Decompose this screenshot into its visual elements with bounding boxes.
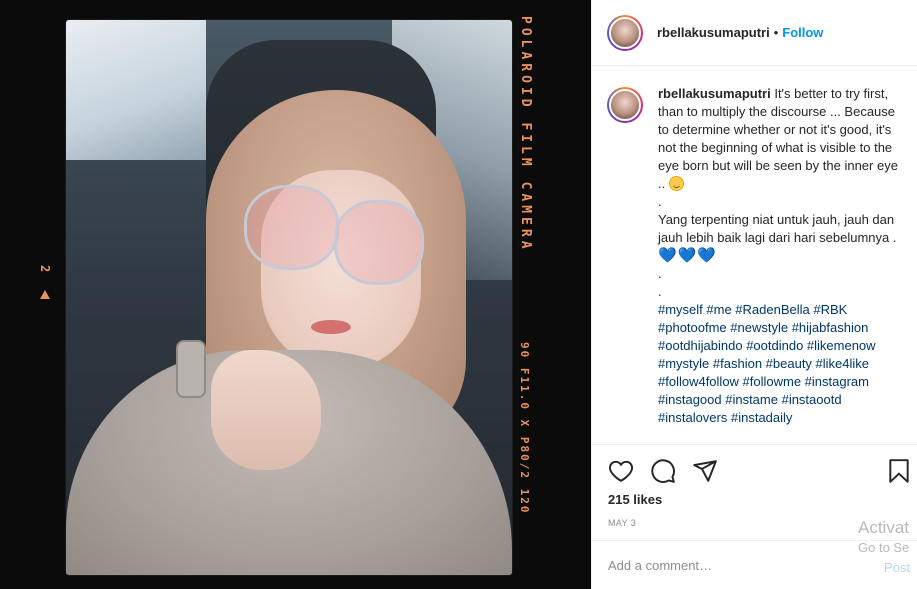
film-arrow-icon [40,290,50,299]
caption-username[interactable]: rbellakusumaputri [658,86,771,101]
film-border-text: POLAROID FILM CAMERA [518,16,533,253]
post-side-panel: rbellakusumaputri • Follow rbellakusumap… [591,0,917,589]
glasses-left-lens [244,185,339,270]
likes-count[interactable]: 215 likes [608,492,662,507]
hashtags[interactable]: #myself #me #RadenBella #RBK #photoofme … [658,301,902,427]
header-username[interactable]: rbellakusumaputri [657,25,770,40]
bookmark-icon[interactable] [886,458,912,484]
follow-button[interactable]: Follow [782,25,823,40]
heart-icon[interactable] [608,458,634,484]
film-border-code: 90 F11.0 X P80/2 120 [518,342,531,515]
film-frame-number: 2 [38,265,52,273]
comment-icon[interactable] [650,458,676,484]
caption-dot: . [658,266,662,281]
windows-activation-watermark: Activat Go to Se [858,518,917,555]
blue-hearts-emoji: 💙💙💙 [658,247,718,264]
hand [211,350,321,470]
avatar[interactable] [607,14,643,51]
caption-dot: . [658,284,662,299]
watch [176,340,206,398]
caption-paragraph-1: It's better to try first, than to multip… [658,86,898,191]
post-comment-button[interactable]: Post [884,560,910,575]
post-photo-container[interactable]: POLAROID FILM CAMERA 90 F11.0 X P80/2 12… [0,0,591,589]
caption-text: rbellakusumaputri It's better to try fir… [658,85,902,443]
post-header: rbellakusumaputri • Follow [592,0,917,66]
caption-avatar[interactable] [607,87,643,123]
smile-emoji-icon [668,176,684,191]
post-date[interactable]: MAY 3 [608,518,636,528]
activate-line-1: Activat [858,518,910,537]
comment-input[interactable] [608,557,848,573]
lips [311,320,351,334]
separator-dot: • [773,25,779,40]
car-window [66,20,206,160]
caption-dot: . [658,194,662,209]
caption-paragraph-2: Yang terpenting niat untuk jauh, jauh da… [658,212,897,245]
caption-section: rbellakusumaputri It's better to try fir… [592,67,917,443]
post-photo[interactable] [66,20,512,575]
glasses-right-lens [334,200,424,285]
activate-line-2: Go to Se [858,540,910,555]
share-icon[interactable] [692,458,718,484]
